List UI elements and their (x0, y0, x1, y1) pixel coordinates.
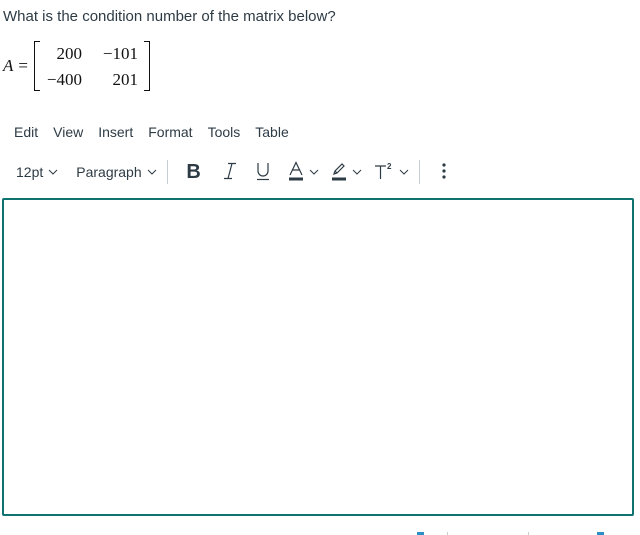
matrix-cell: −400 (46, 69, 82, 89)
matrix-grid: 200 −101 −400 201 (40, 43, 144, 90)
chevron-down-icon (399, 169, 409, 175)
highlight-color-button[interactable] (331, 158, 362, 186)
bold-icon: B (186, 160, 201, 183)
more-vertical-icon (442, 162, 446, 182)
editor-toolbar: 12pt Paragraph B 2 (16, 158, 452, 186)
matrix-equation: A = 200 −101 −400 201 (3, 40, 150, 92)
menu-insert[interactable]: Insert (98, 124, 133, 140)
svg-text:2: 2 (387, 162, 392, 171)
block-format-value: Paragraph (76, 164, 142, 180)
superscript-icon: 2 (374, 161, 394, 184)
chevron-down-icon (147, 169, 157, 175)
matrix-cell: 201 (112, 69, 138, 89)
underline-icon (255, 161, 271, 184)
text-color-icon (288, 160, 304, 184)
menu-edit[interactable]: Edit (14, 124, 38, 140)
rich-text-editor-area[interactable] (2, 198, 634, 516)
right-bracket (143, 41, 150, 91)
equals-sign: = (18, 56, 28, 75)
chevron-down-icon (48, 169, 58, 175)
superscript-button[interactable]: 2 (374, 158, 409, 186)
menu-table[interactable]: Table (255, 124, 288, 140)
text-color-button[interactable] (288, 158, 319, 186)
underline-button[interactable] (252, 158, 274, 186)
editor-menubar: Edit View Insert Format Tools Table (14, 124, 304, 140)
matrix-cell: 200 (56, 43, 82, 63)
chevron-down-icon (309, 169, 319, 175)
font-size-dropdown[interactable]: 12pt (16, 164, 58, 180)
more-options-button[interactable] (436, 158, 452, 186)
matrix-variable: A (3, 56, 14, 75)
italic-icon (223, 162, 237, 183)
menu-format[interactable]: Format (148, 124, 192, 140)
chevron-down-icon (352, 169, 362, 175)
block-format-dropdown[interactable]: Paragraph (76, 164, 156, 180)
toolbar-divider (418, 160, 420, 184)
matrix-cell: −101 (102, 43, 138, 63)
font-size-value: 12pt (16, 164, 44, 180)
menu-view[interactable]: View (53, 124, 83, 140)
highlight-pen-icon (331, 161, 347, 184)
bold-button[interactable]: B (182, 158, 206, 186)
menu-tools[interactable]: Tools (208, 124, 241, 140)
question-text: What is the condition number of the matr… (3, 8, 336, 25)
italic-button[interactable] (220, 158, 240, 186)
toolbar-divider (166, 160, 168, 184)
